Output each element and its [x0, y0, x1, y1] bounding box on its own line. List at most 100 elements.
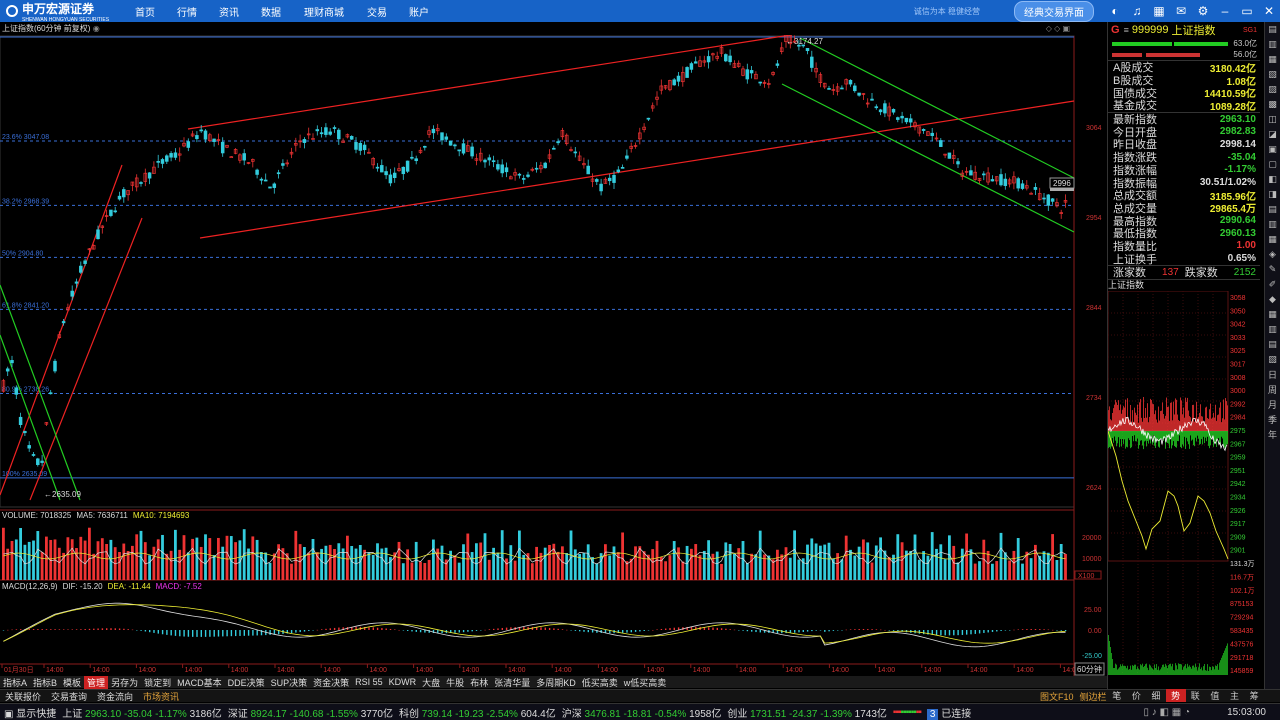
panel-tab-5[interactable]: 值: [1205, 689, 1225, 702]
nav-item-3[interactable]: 数据: [250, 4, 292, 19]
macd-bar: [1009, 630, 1011, 631]
indicator-tab-15[interactable]: 张清华量: [491, 676, 533, 689]
sidebar-tab[interactable]: 侧边栏: [1080, 692, 1107, 702]
mini-volume-bar: [1175, 662, 1176, 675]
indicator-tab-1[interactable]: 指标B: [30, 676, 60, 689]
toolbar-icon-14[interactable]: ▦: [1265, 232, 1280, 247]
candle: [732, 60, 737, 68]
status-sz[interactable]: 深证 8924.17 -140.68 -1.55% 3770亿: [228, 705, 393, 720]
panel-tab-7[interactable]: 筹: [1244, 689, 1264, 702]
theme-icon[interactable]: ◐: [1104, 0, 1126, 22]
indicator-tab-7[interactable]: DDE决策: [225, 676, 268, 689]
indicator-tab-12[interactable]: 大盘: [419, 676, 443, 689]
toolbar-icon-13[interactable]: ▥: [1265, 217, 1280, 232]
indicator-tab-8[interactable]: SUP决策: [268, 676, 311, 689]
info-tab-0[interactable]: 关联报价: [0, 690, 46, 703]
headset-icon[interactable]: ♫: [1126, 0, 1148, 22]
kline-chart-area[interactable]: 23.6% 3047.0838.2% 2968.3950% 2904.8061.…: [0, 35, 1107, 676]
macd-bar: [303, 630, 306, 632]
mini-volume-bar: [1216, 665, 1217, 675]
candle: [848, 79, 853, 87]
period-1[interactable]: 周: [1265, 382, 1280, 397]
status-kc[interactable]: 科创 739.14 -19.23 -2.54% 604.4亿: [399, 705, 556, 720]
indicator-tab-0[interactable]: 指标A: [0, 676, 30, 689]
toolbar-icon-7[interactable]: ◪: [1265, 127, 1280, 142]
toolbar-icon-22[interactable]: ▧: [1265, 352, 1280, 367]
classic-trading-button[interactable]: 经典交易界面: [1014, 0, 1094, 22]
indicator-tab-2[interactable]: 模板: [60, 676, 84, 689]
toolbar-icon-0[interactable]: ▤: [1265, 22, 1280, 37]
chart-settings-icon[interactable]: ◉: [93, 24, 100, 33]
maximize-icon[interactable]: ▭: [1236, 0, 1258, 22]
grid-icon[interactable]: ▦: [1148, 0, 1170, 22]
time-tick-label: 14:00: [554, 667, 572, 674]
toolbar-icon-18[interactable]: ◆: [1265, 292, 1280, 307]
status-cy[interactable]: 创业 1731.51 -24.37 -1.39% 1743亿: [727, 705, 887, 720]
nav-item-2[interactable]: 资讯: [208, 4, 250, 19]
toolbar-icon-17[interactable]: ✐: [1265, 277, 1280, 292]
indicator-tab-3[interactable]: 管理: [84, 675, 109, 689]
toolbar-icon-20[interactable]: ▥: [1265, 322, 1280, 337]
toolbar-icon-10[interactable]: ◧: [1265, 172, 1280, 187]
panel-tab-4[interactable]: 联: [1186, 689, 1206, 702]
toolbar-icon-2[interactable]: ▦: [1265, 52, 1280, 67]
menu-icon[interactable]: ≡: [1124, 25, 1129, 35]
indicator-tab-9[interactable]: 资金决策: [310, 676, 352, 689]
indicator-tab-11[interactable]: KDWR: [386, 677, 420, 687]
toolbar-icon-8[interactable]: ▣: [1265, 142, 1280, 157]
toolbar-icon-15[interactable]: ◈: [1265, 247, 1280, 262]
period-0[interactable]: 日: [1265, 367, 1280, 382]
panel-tab-1[interactable]: 价: [1127, 689, 1147, 702]
intraday-mini-chart[interactable]: 3058 3050 3042 3033 3025 3017 3008 3000 2992 2984…: [1107, 290, 1261, 675]
f10-tab[interactable]: 图文F10: [1040, 692, 1074, 702]
quick-display-toggle[interactable]: ▣ 显示快捷: [4, 705, 56, 720]
toolbar-icon-3[interactable]: ▧: [1265, 67, 1280, 82]
macd-bar: [828, 630, 830, 632]
indicator-tab-4[interactable]: 另存为: [108, 676, 141, 689]
info-tab-2[interactable]: 资金流向: [92, 690, 138, 703]
volume-bar: [131, 545, 134, 580]
info-tab-3[interactable]: 市场资讯: [138, 690, 184, 703]
indicator-tab-6[interactable]: MACD基本: [174, 676, 225, 689]
toolbar-icon-5[interactable]: ▩: [1265, 97, 1280, 112]
panel-tab-2[interactable]: 细: [1146, 689, 1166, 702]
volume-bar: [935, 548, 938, 580]
toolbar-icon-6[interactable]: ◫: [1265, 112, 1280, 127]
nav-item-0[interactable]: 首页: [124, 4, 166, 19]
minimize-icon[interactable]: –: [1214, 0, 1236, 22]
toolbar-icon-4[interactable]: ▨: [1265, 82, 1280, 97]
chart-header-icons[interactable]: ◇ ◇ ▣: [1046, 22, 1070, 35]
toolbar-icon-16[interactable]: ✎: [1265, 262, 1280, 277]
toolbar-icon-9[interactable]: ▢: [1265, 157, 1280, 172]
nav-item-5[interactable]: 交易: [356, 4, 398, 19]
indicator-tab-14[interactable]: 布林: [467, 676, 491, 689]
toolbar-icon-12[interactable]: ▤: [1265, 202, 1280, 217]
nav-item-1[interactable]: 行情: [166, 4, 208, 19]
period-3[interactable]: 季: [1265, 412, 1280, 427]
indicator-tab-18[interactable]: w低买高卖: [621, 676, 670, 689]
status-hs[interactable]: 沪深 3476.81 -18.81 -0.54% 1958亿: [562, 705, 722, 720]
indicator-tab-13[interactable]: 牛股: [443, 676, 467, 689]
period-2[interactable]: 月: [1265, 397, 1280, 412]
status-sh[interactable]: 上证 2963.10 -35.04 -1.17% 3186亿: [62, 705, 222, 720]
indicator-tab-16[interactable]: 多周期KD: [533, 676, 579, 689]
indicator-tab-5[interactable]: 锁定到: [141, 676, 174, 689]
panel-tab-0[interactable]: 笔: [1107, 689, 1127, 702]
nav-item-4[interactable]: 理财商城: [292, 4, 356, 19]
panel-tab-6[interactable]: 主: [1225, 689, 1245, 702]
toolbar-icon-11[interactable]: ◨: [1265, 187, 1280, 202]
settings-gear-icon[interactable]: ⚙: [1192, 0, 1214, 22]
close-icon[interactable]: ✕: [1258, 0, 1280, 22]
mail-icon[interactable]: ✉: [1170, 0, 1192, 22]
macd-bar: [987, 630, 989, 633]
info-tab-1[interactable]: 交易查询: [46, 690, 92, 703]
panel-tab-3[interactable]: 势: [1165, 689, 1186, 702]
nav-item-6[interactable]: 账户: [398, 4, 440, 19]
toolbar-icon-21[interactable]: ▤: [1265, 337, 1280, 352]
indicator-tab-17[interactable]: 低买高卖: [579, 676, 621, 689]
indicator-tab-10[interactable]: RSI 55: [352, 677, 386, 687]
tray-icons[interactable]: ▯ ♪ ◧ ▦ ◔: [1143, 707, 1190, 718]
toolbar-icon-19[interactable]: ▦: [1265, 307, 1280, 322]
toolbar-icon-1[interactable]: ▥: [1265, 37, 1280, 52]
period-4[interactable]: 年: [1265, 427, 1280, 442]
